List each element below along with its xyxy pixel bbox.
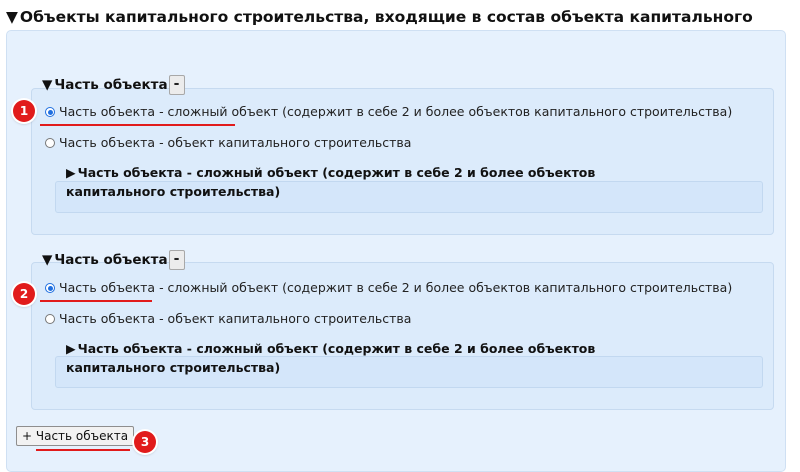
radio-label: Часть объекта - сложный объект (содержит… <box>59 104 733 119</box>
collapse-triangle-icon[interactable]: ▼ <box>6 8 18 26</box>
annotation-underline-1 <box>40 124 235 126</box>
radio-label: Часть объекта - сложный объект (содержит… <box>59 280 733 295</box>
radio-label: Часть объекта - объект капитального стро… <box>59 135 412 150</box>
radio-option-capital[interactable]: Часть объекта - объект капитального стро… <box>45 311 411 327</box>
radio-button-checked[interactable] <box>45 107 55 117</box>
expand-triangle-icon[interactable]: ▶ <box>66 341 76 356</box>
annotation-badge-2: 2 <box>13 283 35 305</box>
subsection-title-text: Часть объекта - сложный объект (содержит… <box>66 165 596 199</box>
radio-option-complex[interactable]: Часть объекта - сложный объект (содержит… <box>45 280 732 296</box>
part-title-text: Часть объекта <box>54 252 168 268</box>
radio-option-complex[interactable]: Часть объекта - сложный объект (содержит… <box>45 104 732 120</box>
subsection-title-text: Часть объекта - сложный объект (содержит… <box>66 341 596 375</box>
part-title-2: ▼ Часть объекта - <box>42 250 185 270</box>
radio-button[interactable] <box>45 138 55 148</box>
add-part-button[interactable]: + Часть объекта <box>16 426 135 446</box>
part-title-text: Часть объекта <box>54 77 168 93</box>
radio-option-capital[interactable]: Часть объекта - объект капитального стро… <box>45 135 411 151</box>
collapse-triangle-icon[interactable]: ▼ <box>42 252 52 268</box>
annotation-badge-1: 1 <box>13 100 35 122</box>
radio-button-checked[interactable] <box>45 283 55 293</box>
radio-label: Часть объекта - объект капитального стро… <box>59 311 412 326</box>
annotation-badge-3: 3 <box>134 431 156 453</box>
annotation-underline-2 <box>40 300 152 302</box>
subsection-header-1[interactable]: ▶ Часть объекта - сложный объект (содержи… <box>66 163 666 201</box>
collapse-part-button[interactable]: - <box>168 75 185 95</box>
part-title-1: ▼ Часть объекта - <box>42 75 185 95</box>
expand-triangle-icon[interactable]: ▶ <box>66 165 76 180</box>
subsection-header-2[interactable]: ▶ Часть объекта - сложный объект (содержи… <box>66 339 666 377</box>
collapse-triangle-icon[interactable]: ▼ <box>42 77 52 93</box>
radio-button[interactable] <box>45 314 55 324</box>
annotation-underline-3 <box>36 449 130 451</box>
collapse-part-button[interactable]: - <box>168 250 185 270</box>
